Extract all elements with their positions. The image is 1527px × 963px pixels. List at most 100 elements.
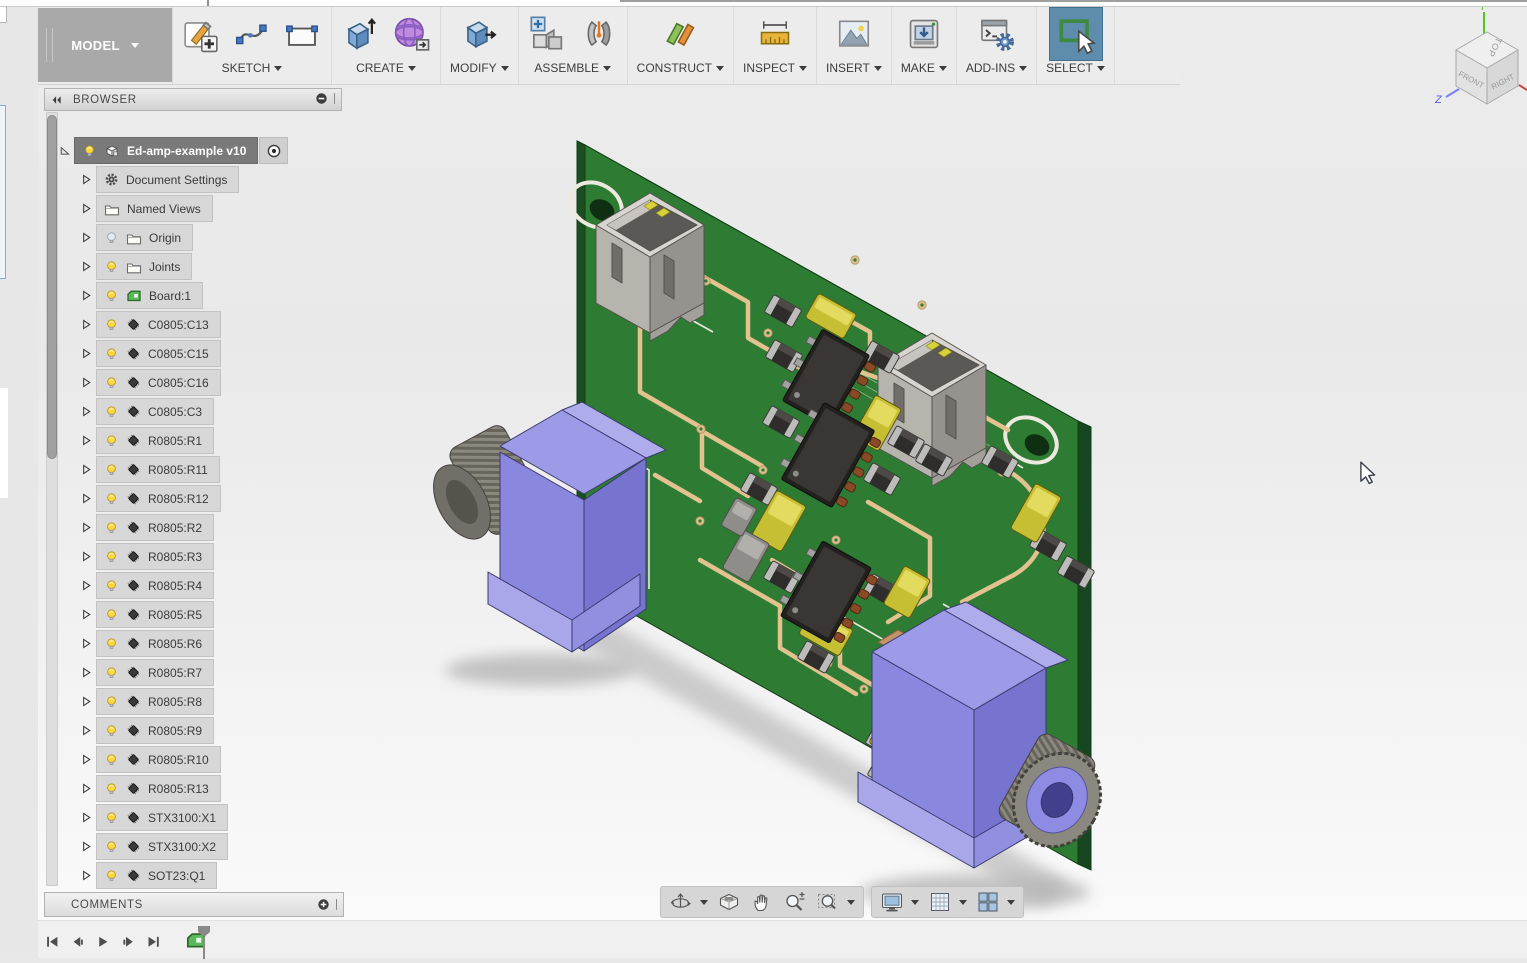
expander-closed-icon[interactable] <box>78 491 94 507</box>
browser-item-row[interactable]: C0805:C3 <box>78 398 214 425</box>
browser-item[interactable]: R0805:R5 <box>96 601 214 628</box>
browser-item[interactable]: R0805:R3 <box>96 543 214 570</box>
visibility-bulb-on-icon[interactable] <box>104 664 119 681</box>
browser-item[interactable]: Joints <box>96 253 192 280</box>
fit-icon[interactable] <box>816 890 855 914</box>
comments-panel[interactable]: COMMENTS <box>44 892 344 917</box>
expander-closed-icon[interactable] <box>78 230 94 246</box>
expander-closed-icon[interactable] <box>78 346 94 362</box>
view-cube[interactable]: Y Z TOP FRONT RIGHT <box>1400 0 1527 135</box>
browser-item[interactable]: C0805:C13 <box>96 311 221 338</box>
browser-item-row[interactable]: Named Views <box>78 195 213 222</box>
browser-item-row[interactable]: R0805:R8 <box>78 688 214 715</box>
browser-item[interactable]: R0805:R8 <box>96 688 214 715</box>
browser-item[interactable]: C0805:C3 <box>96 398 214 425</box>
browser-item-row[interactable]: R0805:R12 <box>78 485 221 512</box>
visibility-bulb-on-icon[interactable] <box>104 809 119 826</box>
expander-closed-icon[interactable] <box>78 578 94 594</box>
browser-item[interactable]: R0805:R4 <box>96 572 214 599</box>
expander-closed-icon[interactable] <box>78 549 94 565</box>
browser-item[interactable]: R0805:R7 <box>96 659 214 686</box>
browser-item-row[interactable]: R0805:R9 <box>78 717 214 744</box>
select-icon[interactable] <box>1049 7 1103 61</box>
browser-item-row[interactable]: Board:1 <box>78 282 203 309</box>
browser-item-row[interactable]: C0805:C13 <box>78 311 221 338</box>
visibility-bulb-on-icon[interactable] <box>104 751 119 768</box>
browser-item-row[interactable]: Document Settings <box>78 166 239 193</box>
insert-image-icon[interactable] <box>834 15 874 53</box>
measure-icon[interactable] <box>754 16 796 52</box>
toolbar-menu-sketch[interactable]: SKETCH <box>222 61 283 80</box>
hide-panel-icon[interactable] <box>315 92 328 105</box>
new-component-icon[interactable] <box>528 14 568 54</box>
browser-item-row[interactable]: Joints <box>78 253 192 280</box>
visibility-bulb-on-icon[interactable] <box>104 867 119 884</box>
expander-closed-icon[interactable] <box>78 694 94 710</box>
expander-closed-icon[interactable] <box>78 520 94 536</box>
expander-closed-icon[interactable] <box>78 636 94 652</box>
chevron-down-icon[interactable] <box>1007 900 1015 905</box>
expander-closed-icon[interactable] <box>78 665 94 681</box>
visibility-bulb-on-icon[interactable] <box>104 432 119 449</box>
expander-closed-icon[interactable] <box>78 375 94 391</box>
joint-icon[interactable] <box>580 14 618 54</box>
3d-print-icon[interactable] <box>905 15 943 53</box>
sketch-spline-icon[interactable] <box>232 19 270 49</box>
browser-scrollbar-thumb[interactable] <box>47 115 57 459</box>
browser-item[interactable]: R0805:R6 <box>96 630 214 657</box>
add-comment-icon[interactable] <box>317 898 330 911</box>
browser-item-row[interactable]: R0805:R13 <box>78 775 221 802</box>
press-pull-icon[interactable] <box>460 14 498 54</box>
visibility-bulb-on-icon[interactable] <box>104 490 119 507</box>
zoom-icon[interactable] <box>783 890 807 914</box>
create-form-icon[interactable] <box>391 14 431 54</box>
browser-item-row[interactable]: R0805:R5 <box>78 601 214 628</box>
visibility-bulb-on-icon[interactable] <box>104 461 119 478</box>
look-at-icon[interactable] <box>717 890 741 914</box>
collapse-panel-icon[interactable] <box>50 94 63 106</box>
visibility-bulb-on-icon[interactable] <box>104 345 119 362</box>
scripts-and-addins-icon[interactable] <box>977 15 1017 53</box>
create-sketch-icon[interactable] <box>182 15 220 53</box>
browser-item[interactable]: R0805:R12 <box>96 485 221 512</box>
browser-item[interactable]: R0805:R10 <box>96 746 221 773</box>
browser-item[interactable]: R0805:R9 <box>96 717 214 744</box>
visibility-bulb-on-icon[interactable] <box>104 693 119 710</box>
browser-item[interactable]: SOT23:Q1 <box>96 862 217 889</box>
browser-item-row[interactable]: Origin <box>78 224 193 251</box>
viewports-icon[interactable] <box>976 890 1015 914</box>
browser-item-row[interactable]: R0805:R2 <box>78 514 214 541</box>
visibility-bulb-on-icon[interactable] <box>104 374 119 391</box>
browser-item-row[interactable]: STX3100:X1 <box>78 804 228 831</box>
chevron-down-icon[interactable] <box>847 900 855 905</box>
orbit-icon[interactable] <box>669 890 708 914</box>
expander-closed-icon[interactable] <box>78 259 94 275</box>
expander-closed-icon[interactable] <box>78 781 94 797</box>
timeline-go-to-end-button[interactable] <box>144 933 163 952</box>
browser-item[interactable]: STX3100:X1 <box>96 804 228 831</box>
expander-closed-icon[interactable] <box>78 288 94 304</box>
toolbar-menu-create[interactable]: CREATE <box>356 61 416 80</box>
timeline-step-forward-button[interactable] <box>119 933 138 952</box>
browser-item[interactable]: Named Views <box>96 195 213 222</box>
browser-item[interactable]: R0805:R1 <box>96 427 214 454</box>
browser-item-row[interactable]: R0805:R10 <box>78 746 221 773</box>
browser-item[interactable]: Board:1 <box>96 282 203 309</box>
browser-item-row[interactable]: SOT23:Q1 <box>78 862 217 889</box>
expander-closed-icon[interactable] <box>78 810 94 826</box>
visibility-bulb-on-icon[interactable] <box>104 548 119 565</box>
toolbar-menu-assemble[interactable]: ASSEMBLE <box>534 61 611 80</box>
browser-item-row[interactable]: C0805:C16 <box>78 369 221 396</box>
toolbar-menu-insert[interactable]: INSERT <box>826 61 882 80</box>
panel-resize-grip[interactable] <box>336 899 337 910</box>
browser-item[interactable]: STX3100:X2 <box>96 833 228 860</box>
browser-item[interactable]: Document Settings <box>96 166 239 193</box>
expander-closed-icon[interactable] <box>78 839 94 855</box>
browser-item-row[interactable]: STX3100:X2 <box>78 833 228 860</box>
browser-item[interactable]: C0805:C16 <box>96 369 221 396</box>
workspace-switcher[interactable]: MODEL <box>38 8 172 82</box>
chevron-down-icon[interactable] <box>911 900 919 905</box>
expander-closed-icon[interactable] <box>78 723 94 739</box>
panel-resize-grip[interactable] <box>334 93 335 104</box>
toolbar-menu-select[interactable]: SELECT <box>1046 61 1105 80</box>
